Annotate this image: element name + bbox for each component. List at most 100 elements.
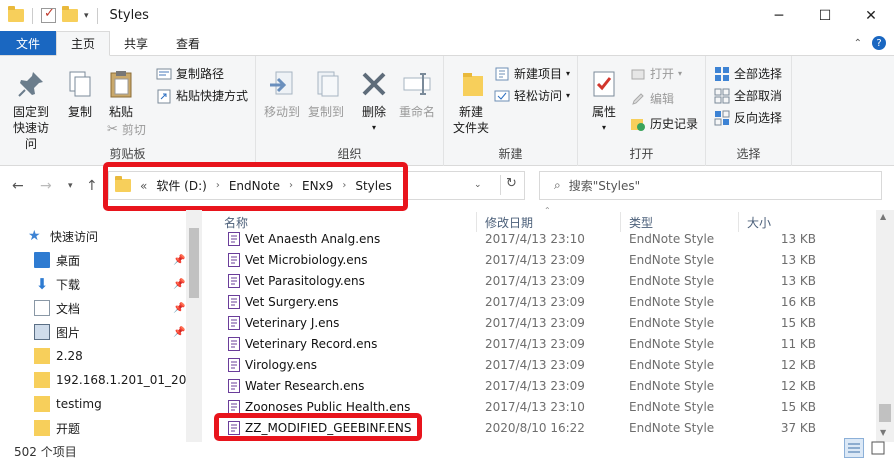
tab-file[interactable]: 文件 — [0, 31, 57, 55]
nav-item-folder[interactable]: 192.168.1.201_01_2022 — [34, 368, 186, 392]
properties-dropdown-icon[interactable]: ▾ — [602, 120, 606, 136]
customize-dropdown-icon[interactable]: ▾ — [84, 11, 89, 21]
table-row[interactable]: Vet Microbiology.ens 2017/4/13 23:09 EndNo… — [218, 249, 876, 270]
endnote-style-file-icon — [228, 273, 240, 288]
table-row[interactable]: Vet Surgery.ens 2017/4/13 23:09 EndNote St… — [218, 291, 876, 312]
paste-button[interactable]: 粘贴 — [103, 68, 139, 120]
table-row[interactable]: Virology.ens 2017/4/13 23:09 EndNote Style… — [218, 354, 876, 375]
table-row[interactable]: Veterinary Record.ens 2017/4/13 23:09 EndN… — [218, 333, 876, 354]
nav-item-folder[interactable]: 2.28 — [34, 344, 186, 368]
file-type: EndNote Style — [629, 294, 715, 309]
large-icons-view-button[interactable] — [868, 438, 888, 458]
back-arrow-icon[interactable]: ← — [12, 178, 24, 194]
nav-item-desktop[interactable]: 桌面 — [34, 248, 80, 272]
edit-button[interactable]: 编辑 — [630, 90, 674, 107]
forward-arrow-icon[interactable]: → — [40, 178, 52, 194]
up-arrow-icon[interactable]: ↑ — [86, 178, 98, 194]
file-size: 15 KB — [780, 315, 816, 330]
table-row[interactable]: Vet Anaesth Analg.ens 2017/4/13 23:10 EndN… — [218, 230, 876, 249]
open-dropdown-icon: ▾ — [678, 69, 683, 78]
scroll-down-icon[interactable]: ▼ — [880, 428, 886, 437]
address-highlight-box — [103, 162, 408, 211]
edit-icon — [632, 92, 644, 105]
paste-shortcut-button[interactable]: 粘贴快捷方式 — [156, 87, 248, 104]
file-type: EndNote Style — [629, 273, 715, 288]
table-row[interactable]: Water Research.ens 2017/4/13 23:09 EndNote… — [218, 375, 876, 396]
copy-to-button[interactable]: 复制到 — [304, 68, 348, 120]
move-to-button[interactable]: 移动到 — [260, 68, 304, 120]
minimize-button[interactable]: ─ — [756, 0, 802, 31]
properties-check-icon[interactable] — [41, 6, 56, 23]
file-type: EndNote Style — [629, 399, 715, 414]
column-header-size[interactable]: 大小 — [747, 212, 771, 232]
nav-scrollbar-thumb[interactable] — [189, 228, 199, 298]
nav-item-documents[interactable]: 文档 — [34, 296, 80, 320]
search-input[interactable]: ⌕ 搜索"Styles" — [539, 171, 882, 200]
recent-locations-icon[interactable]: ▾ — [68, 181, 73, 191]
copy-button[interactable]: 复制 — [62, 68, 98, 120]
column-header-date[interactable]: 修改日期 — [485, 212, 533, 232]
new-folder-button[interactable]: 新建 文件夹 — [448, 68, 494, 136]
file-size: 16 KB — [780, 294, 816, 309]
tab-share[interactable]: 共享 — [110, 31, 162, 55]
select-none-icon — [714, 88, 730, 103]
delete-dropdown-icon[interactable]: ▾ — [372, 120, 376, 136]
nav-item-pictures[interactable]: 图片 — [34, 320, 80, 344]
nav-item-quick-access[interactable]: ★ 快速访问 — [28, 224, 98, 248]
file-name: Virology.ens — [245, 357, 318, 372]
file-date: 2017/4/13 23:09 — [485, 336, 585, 351]
file-size: 12 KB — [780, 357, 816, 372]
column-header-name[interactable]: 名称 — [224, 212, 248, 232]
tab-view[interactable]: 查看 — [162, 31, 214, 55]
folder-icon — [34, 420, 50, 436]
new-group: 新建 文件夹 新建项目 ▾ 轻松访问 ▾ 新建 — [444, 56, 578, 166]
refresh-icon[interactable]: ↻ — [506, 176, 517, 191]
file-type: EndNote Style — [629, 378, 715, 393]
ribbon: 固定到快速访问 复制 粘贴 复制路径 粘贴快捷方式 ✂ 剪切 剪贴板 移动到 复… — [0, 56, 894, 166]
pin-quick-access-button[interactable]: 固定到快速访问 — [4, 68, 58, 152]
collapse-ribbon-icon[interactable]: ⌃ — [854, 38, 862, 49]
rename-button[interactable]: 重命名 — [394, 68, 440, 120]
copy-path-icon — [156, 68, 172, 79]
easy-access-button[interactable]: 轻松访问 ▾ — [494, 87, 570, 104]
file-list-scrollbar-thumb[interactable] — [879, 404, 891, 422]
nav-item-folder[interactable]: testimg — [34, 392, 186, 416]
new-item-button[interactable]: 新建项目 ▾ — [494, 65, 570, 82]
delete-button[interactable]: 删除 ▾ — [354, 68, 394, 136]
select-none-button[interactable]: 全部取消 — [714, 87, 782, 104]
desktop-icon — [34, 252, 50, 268]
address-dropdown-icon[interactable]: ⌄ — [474, 180, 482, 190]
endnote-style-file-icon — [228, 378, 240, 393]
table-row[interactable]: Veterinary J.ens 2017/4/13 23:09 EndNote S… — [218, 312, 876, 333]
nav-item-downloads[interactable]: ⬇ 下载 — [34, 272, 80, 296]
file-name: Veterinary J.ens — [245, 315, 340, 330]
pin-icon[interactable]: 📌 — [173, 327, 185, 338]
tab-home[interactable]: 主页 — [56, 31, 111, 56]
pin-icon[interactable]: 📌 — [173, 303, 185, 314]
history-button[interactable]: 历史记录 — [630, 115, 698, 132]
copy-path-button[interactable]: 复制路径 — [156, 65, 224, 82]
cut-button[interactable]: ✂ 剪切 — [107, 121, 146, 138]
open-group-label: 打开 — [629, 147, 654, 161]
open-button[interactable]: 打开 ▾ — [630, 65, 682, 82]
select-all-button[interactable]: 全部选择 — [714, 65, 782, 82]
history-icon — [631, 118, 645, 131]
column-header-type[interactable]: 类型 — [629, 212, 653, 232]
copy-icon — [69, 71, 91, 97]
close-button[interactable]: ✕ — [848, 0, 894, 31]
title-bar: ▾ Styles ─ ☐ ✕ — [0, 0, 894, 31]
file-name: Water Research.ens — [245, 378, 365, 393]
pin-icon[interactable]: 📌 — [173, 255, 185, 266]
help-icon[interactable]: ? — [872, 36, 886, 50]
properties-button[interactable]: 属性 ▾ — [582, 68, 626, 136]
details-view-button[interactable] — [844, 438, 864, 458]
new-folder-icon[interactable] — [62, 6, 78, 22]
nav-item-folder[interactable]: 开题 — [34, 416, 186, 440]
scroll-up-icon[interactable]: ▲ — [880, 212, 886, 221]
pin-icon[interactable]: 📌 — [173, 279, 185, 290]
search-icon: ⌕ — [554, 178, 561, 192]
invert-selection-button[interactable]: 反向选择 — [714, 109, 782, 126]
maximize-button[interactable]: ☐ — [802, 0, 848, 31]
new-folder-icon — [463, 73, 483, 96]
table-row[interactable]: Vet Parasitology.ens 2017/4/13 23:09 EndNo… — [218, 270, 876, 291]
